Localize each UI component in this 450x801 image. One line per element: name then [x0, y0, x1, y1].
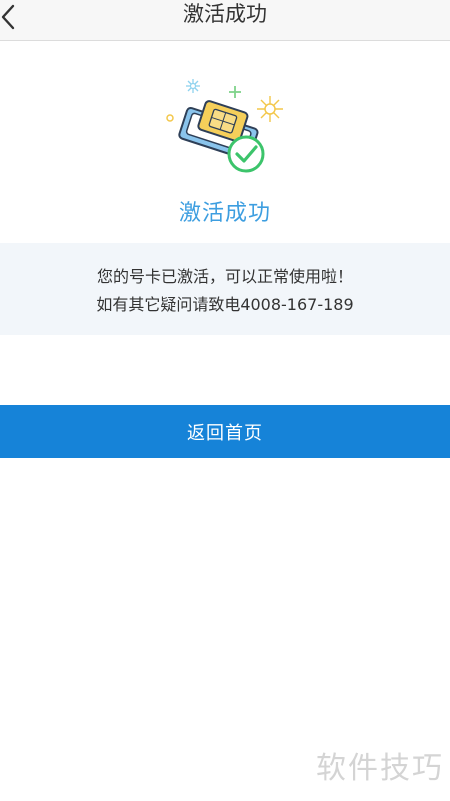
return-home-button[interactable]: 返回首页 — [0, 405, 450, 458]
watermark: 软件技巧 — [316, 751, 444, 786]
page: 激活成功 激活成功 您的号卡已激活，可以正常使用啦！ 如有其它疑问请致电4008… — [0, 0, 450, 801]
info-panel: 您的号卡已激活，可以正常使用啦！ 如有其它疑问请致电4008-167-189 — [0, 243, 450, 335]
activation-message: 您的号卡已激活，可以正常使用啦！ — [96, 267, 353, 286]
success-title: 激活成功 — [178, 201, 271, 226]
page-title: 激活成功 — [183, 2, 267, 26]
sim-card-success-icon — [166, 79, 283, 173]
contact-message: 如有其它疑问请致电4008-167-189 — [96, 295, 354, 314]
nav-bar: 激活成功 — [0, 0, 450, 41]
